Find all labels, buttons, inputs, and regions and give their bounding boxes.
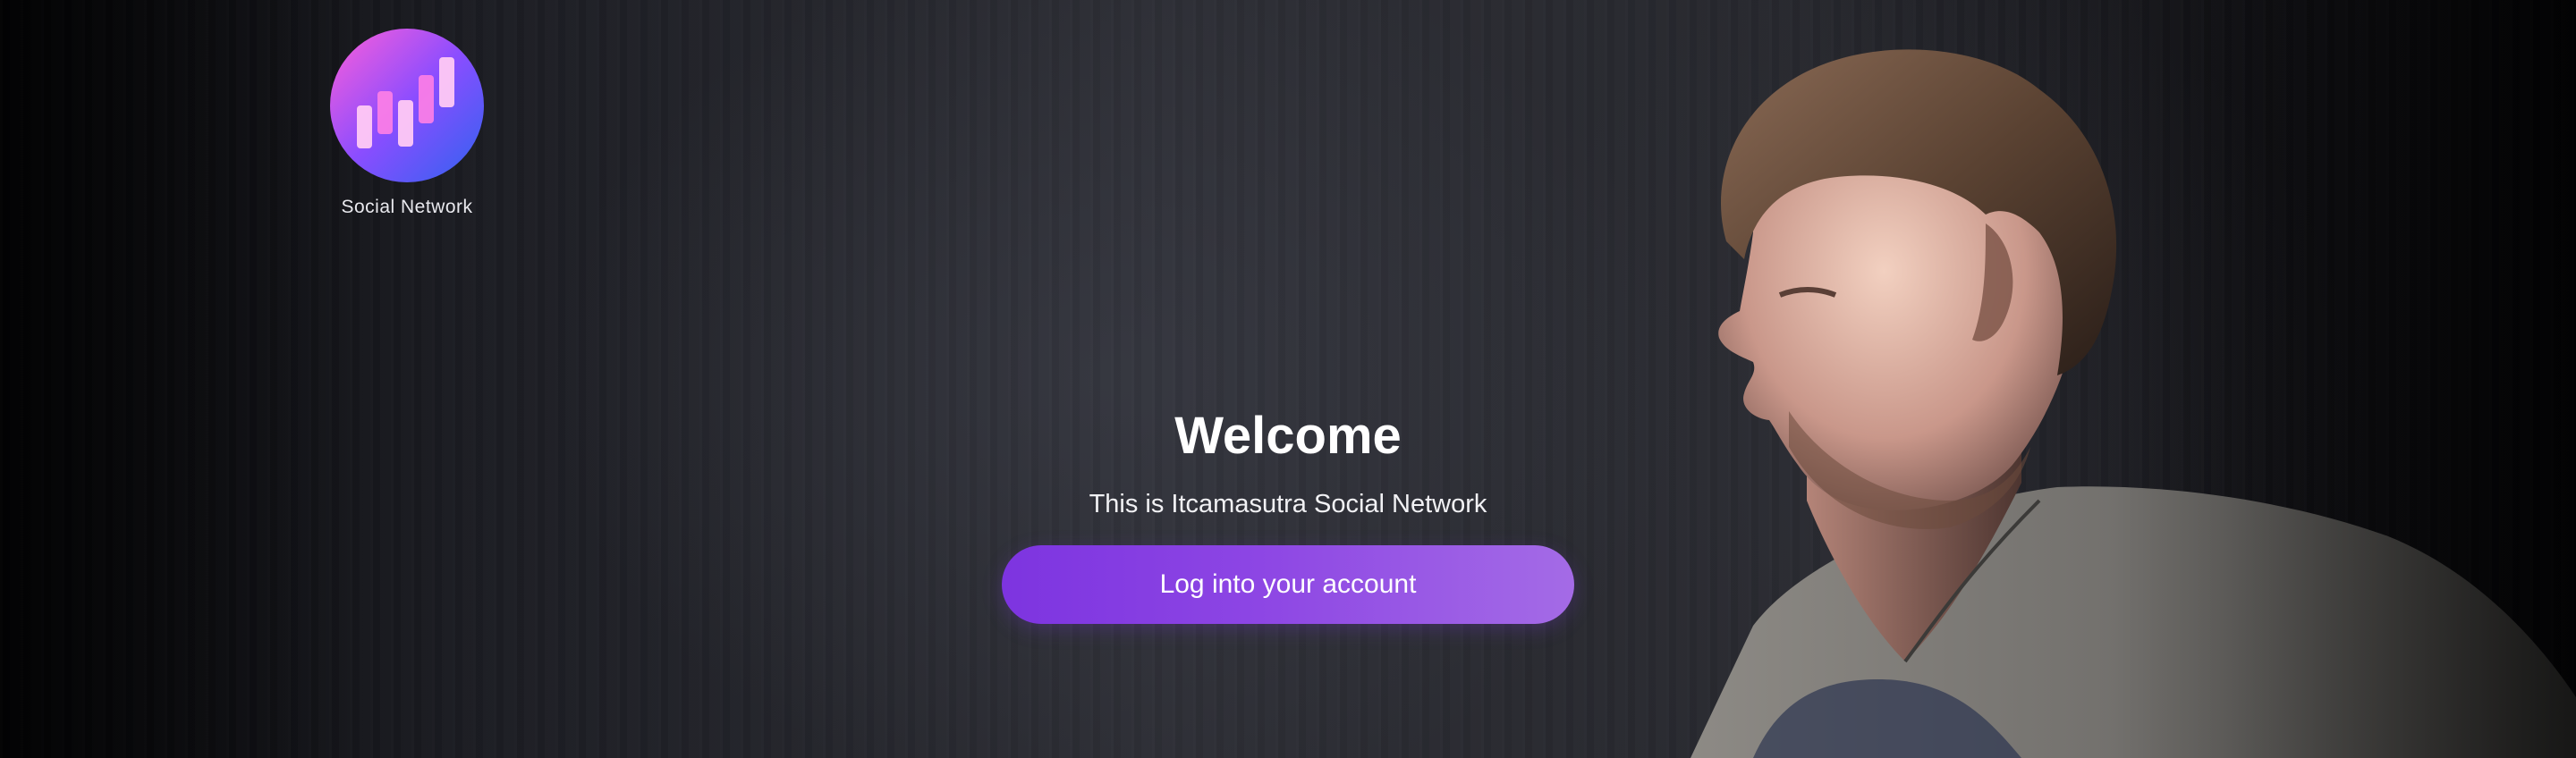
login-button[interactable]: Log into your account bbox=[1002, 545, 1574, 624]
bar-chart-logo-icon bbox=[330, 29, 484, 182]
man-profile-portrait bbox=[1690, 49, 2576, 758]
landing-page: Social Network Welcome This is Itcamasut… bbox=[0, 0, 2576, 758]
page-title: Welcome bbox=[1174, 407, 1402, 465]
welcome-panel: Welcome This is Itcamasutra Social Netwo… bbox=[1002, 404, 1574, 624]
page-subtitle: This is Itcamasutra Social Network bbox=[1089, 490, 1487, 518]
brand-logo-link[interactable]: Social Network bbox=[313, 29, 501, 218]
brand-name: Social Network bbox=[341, 197, 473, 217]
